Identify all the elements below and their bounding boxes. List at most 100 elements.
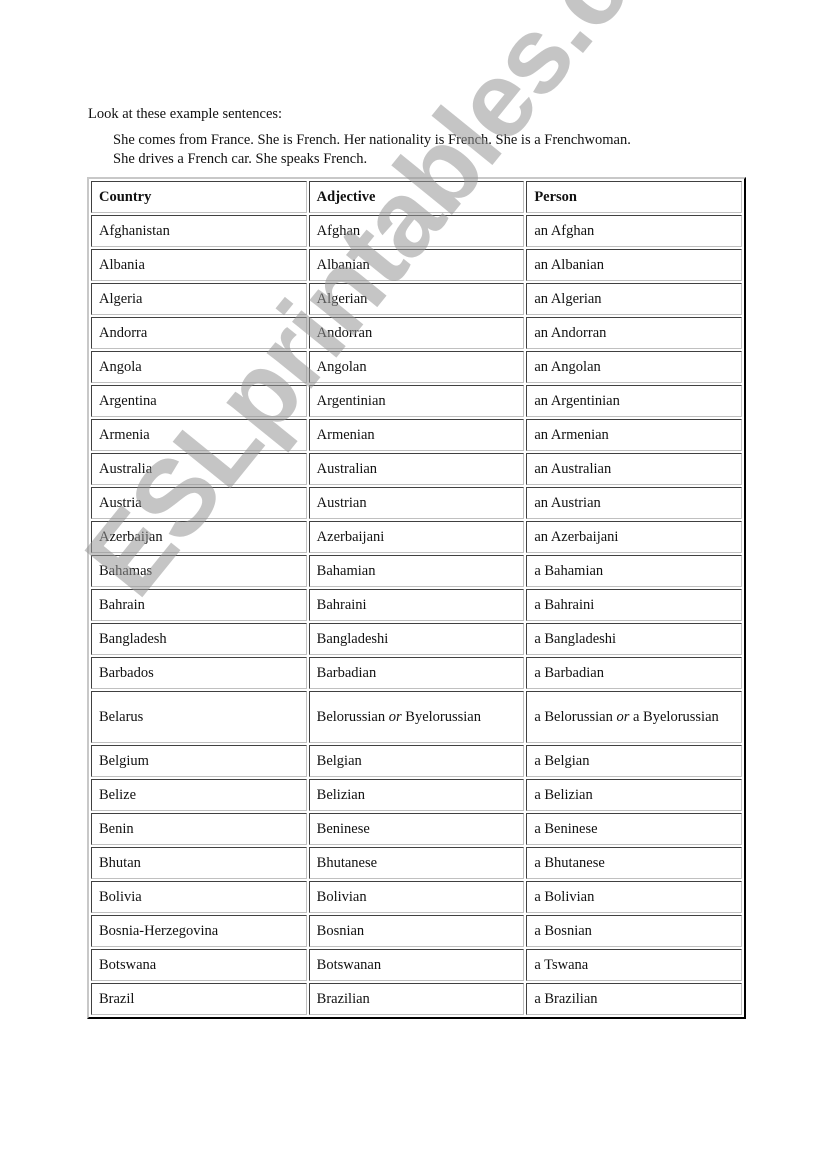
cell-country: Azerbaijan (91, 521, 307, 553)
table-row: Bahrain Bahraini a Bahraini (91, 589, 742, 621)
cell-person: a Bahraini (526, 589, 742, 621)
cell-country: Bangladesh (91, 623, 307, 655)
example-sentences: She comes from France. She is French. He… (113, 131, 631, 169)
cell-country: Bahamas (91, 555, 307, 587)
table-row: Argentina Argentinian an Argentinian (91, 385, 742, 417)
cell-country: Angola (91, 351, 307, 383)
cell-person: a Bolivian (526, 881, 742, 913)
cell-country: Barbados (91, 657, 307, 689)
or-italic: or (388, 708, 402, 725)
cell-country: Afghanistan (91, 215, 307, 247)
table-row: Brazil Brazilian a Brazilian (91, 983, 742, 1015)
example-line: She comes from France. She is French. He… (113, 132, 631, 148)
example-line: She drives a French car. She speaks Fren… (113, 151, 368, 167)
cell-country: Bosnia-Herzegovina (91, 915, 307, 947)
nationality-table: Country Adjective Person Afghanistan Afgh… (87, 177, 746, 1019)
cell-person: a Brazilian (526, 983, 742, 1015)
cell-person: an Algerian (526, 283, 742, 315)
cell-adjective: Armenian (308, 419, 525, 451)
cell-person: an Angolan (526, 351, 742, 383)
cell-adjective: Bolivian (308, 881, 525, 913)
cell-person: an Australian (526, 453, 742, 485)
table-row: Barbados Barbadian a Barbadian (91, 657, 742, 689)
cell-country: Argentina (91, 385, 307, 417)
cell-adjective: Angolan (308, 351, 525, 383)
table-row: Botswana Botswanan a Tswana (91, 949, 742, 981)
or-italic: or (616, 708, 630, 725)
text-part: a Byelorussian (629, 708, 719, 725)
cell-person: a Belgian (526, 745, 742, 777)
table-row: Belgium Belgian a Belgian (91, 745, 742, 777)
cell-country: Austria (91, 487, 307, 519)
header-country: Country (91, 181, 307, 213)
cell-person: a Bangladeshi (526, 623, 742, 655)
cell-adjective: Australian (308, 453, 525, 485)
cell-person: an Azerbaijani (526, 521, 742, 553)
table-row: Bhutan Bhutanese a Bhutanese (91, 847, 742, 879)
cell-person: an Andorran (526, 317, 742, 349)
text-part: a Belorussian (534, 708, 617, 725)
table-row: Algeria Algerian an Algerian (91, 283, 742, 315)
cell-adjective: Albanian (308, 249, 525, 281)
cell-adjective: Austrian (308, 487, 525, 519)
cell-country: Benin (91, 813, 307, 845)
cell-adjective: Bosnian (308, 915, 525, 947)
table-row: Azerbaijan Azerbaijani an Azerbaijani (91, 521, 742, 553)
cell-adjective: Bahraini (308, 589, 525, 621)
cell-person: a Belorussian or a Byelorussian (526, 691, 742, 743)
table-row: Andorra Andorran an Andorran (91, 317, 742, 349)
table-row: Albania Albanian an Albanian (91, 249, 742, 281)
cell-country: Belarus (91, 691, 307, 743)
cell-adjective: Brazilian (308, 983, 525, 1015)
text-part: Belorussian (316, 708, 389, 725)
cell-person: a Bhutanese (526, 847, 742, 879)
cell-person: a Bosnian (526, 915, 742, 947)
table-row: Benin Beninese a Beninese (91, 813, 742, 845)
table-row: Bangladesh Bangladeshi a Bangladeshi (91, 623, 742, 655)
cell-person: an Austrian (526, 487, 742, 519)
cell-person: a Beninese (526, 813, 742, 845)
cell-adjective: Bhutanese (308, 847, 525, 879)
cell-adjective: Beninese (308, 813, 525, 845)
table-row: Belarus Belorussian or Byelorussian a Belo… (91, 691, 742, 743)
cell-country: Australia (91, 453, 307, 485)
table-row: Armenia Armenian an Armenian (91, 419, 742, 451)
cell-adjective: Bangladeshi (308, 623, 525, 655)
cell-person: an Albanian (526, 249, 742, 281)
cell-adjective: Belorussian or Byelorussian (308, 691, 525, 743)
cell-adjective: Argentinian (308, 385, 525, 417)
cell-country: Albania (91, 249, 307, 281)
text-part: Byelorussian (401, 708, 481, 725)
table-header-row: Country Adjective Person (91, 181, 742, 213)
table-row: Belize Belizian a Belizian (91, 779, 742, 811)
table-row: Austria Austrian an Austrian (91, 487, 742, 519)
table-row: Australia Australian an Australian (91, 453, 742, 485)
cell-person: a Barbadian (526, 657, 742, 689)
cell-country: Bolivia (91, 881, 307, 913)
cell-country: Algeria (91, 283, 307, 315)
table-row: Bolivia Bolivian a Bolivian (91, 881, 742, 913)
table-row: Bahamas Bahamian a Bahamian (91, 555, 742, 587)
cell-person: a Tswana (526, 949, 742, 981)
cell-adjective: Bahamian (308, 555, 525, 587)
cell-country: Bhutan (91, 847, 307, 879)
table-row: Angola Angolan an Angolan (91, 351, 742, 383)
cell-adjective: Belizian (308, 779, 525, 811)
cell-country: Botswana (91, 949, 307, 981)
cell-adjective: Belgian (308, 745, 525, 777)
cell-person: an Argentinian (526, 385, 742, 417)
cell-adjective: Botswanan (308, 949, 525, 981)
cell-adjective: Algerian (308, 283, 525, 315)
cell-country: Andorra (91, 317, 307, 349)
cell-adjective: Azerbaijani (308, 521, 525, 553)
header-person: Person (526, 181, 742, 213)
header-adjective: Adjective (308, 181, 525, 213)
cell-person: an Armenian (526, 419, 742, 451)
cell-country: Armenia (91, 419, 307, 451)
cell-country: Belize (91, 779, 307, 811)
cell-country: Brazil (91, 983, 307, 1015)
cell-adjective: Andorran (308, 317, 525, 349)
cell-country: Bahrain (91, 589, 307, 621)
table-row: Bosnia-Herzegovina Bosnian a Bosnian (91, 915, 742, 947)
table-row: Afghanistan Afghan an Afghan (91, 215, 742, 247)
